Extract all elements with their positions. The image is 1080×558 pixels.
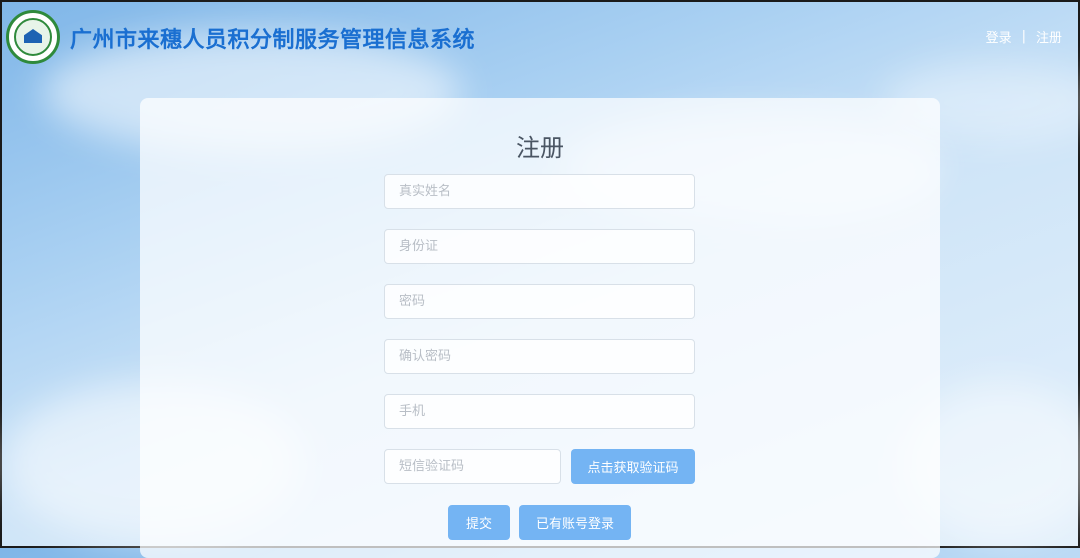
have-account-login-button[interactable]: 已有账号登录 (519, 505, 631, 540)
login-link[interactable]: 登录 (986, 27, 1012, 46)
id-card-input[interactable] (384, 229, 695, 264)
submit-button[interactable]: 提交 (448, 505, 510, 540)
register-card (140, 98, 940, 558)
house-icon (24, 29, 42, 43)
real-name-input[interactable] (384, 174, 695, 209)
site-title: 广州市来穗人员积分制服务管理信息系统 (70, 28, 476, 53)
nav-separator: | (1021, 29, 1026, 44)
site-logo-icon (6, 10, 60, 64)
phone-input[interactable] (384, 394, 695, 429)
site-header: 广州市来穗人员积分制服务管理信息系统 登录 | 注册 (2, 2, 1078, 72)
sms-code-input[interactable] (384, 449, 561, 484)
page-title: 注册 (516, 134, 564, 162)
password-input[interactable] (384, 284, 695, 319)
register-link[interactable]: 注册 (1036, 27, 1062, 46)
top-nav: 登录 | 注册 (986, 27, 1062, 46)
confirm-password-input[interactable] (384, 339, 695, 374)
get-code-button[interactable]: 点击获取验证码 (571, 449, 695, 484)
